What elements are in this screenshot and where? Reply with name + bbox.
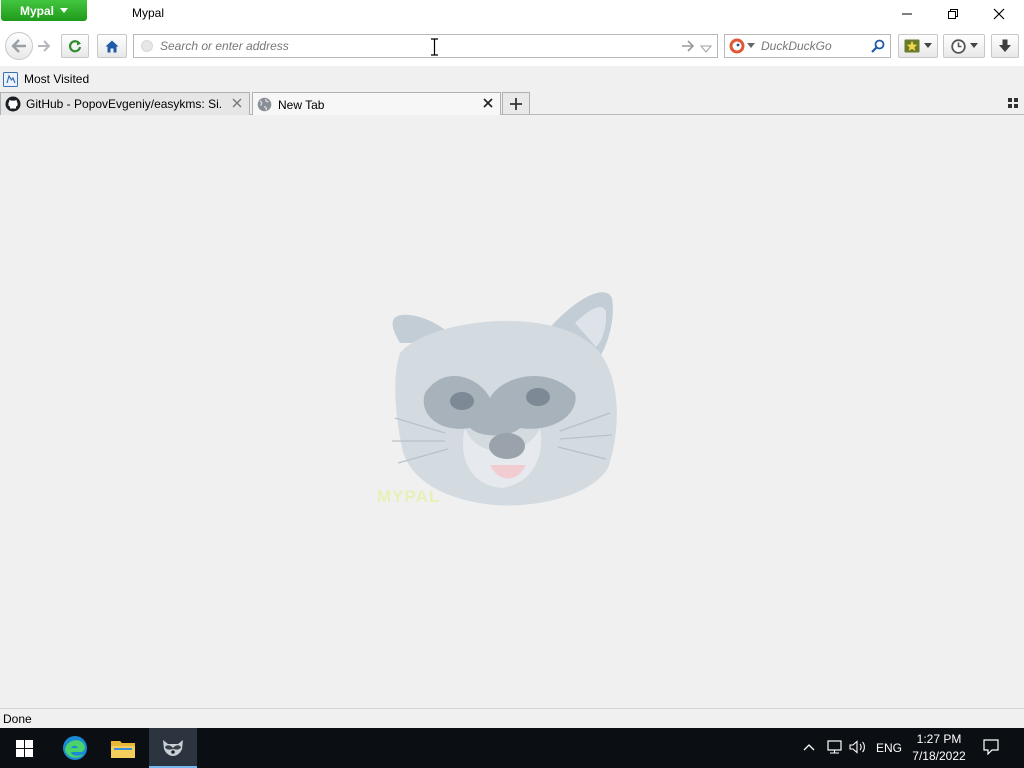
app-menu-button[interactable]: Mypal — [1, 0, 87, 21]
taskbar-edge[interactable] — [51, 728, 99, 768]
taskbar-file-explorer[interactable] — [99, 728, 147, 768]
windows-logo-icon — [15, 739, 33, 757]
url-input[interactable] — [160, 37, 660, 55]
tab-close-button[interactable] — [482, 97, 494, 109]
text-cursor-icon — [431, 38, 438, 56]
start-button[interactable] — [0, 728, 48, 768]
status-bar: Done — [0, 708, 1024, 728]
tab-title: New Tab — [278, 97, 325, 112]
restore-button[interactable] — [930, 0, 976, 28]
new-tab-button[interactable] — [502, 92, 530, 114]
chevron-down-icon — [924, 43, 932, 48]
bookmarks-menu-button[interactable] — [898, 34, 938, 58]
edge-icon — [63, 736, 87, 760]
volume-button[interactable] — [849, 740, 867, 756]
history-button[interactable] — [943, 34, 985, 58]
network-button[interactable] — [826, 740, 844, 756]
back-button[interactable] — [5, 32, 33, 60]
clock-time: 1:27 PM — [916, 732, 962, 746]
watermark-text: MYPAL — [377, 487, 441, 506]
close-icon — [483, 98, 493, 108]
tab-groups-button[interactable] — [1008, 97, 1020, 109]
window-title: Mypal — [132, 6, 165, 20]
go-arrow-icon — [682, 40, 695, 52]
minimize-button[interactable] — [884, 0, 930, 28]
tab-title: GitHub - PopovEvgeniy/easykms: Si... — [26, 97, 223, 111]
mypal-icon — [163, 740, 183, 756]
search-go-button[interactable] — [871, 39, 885, 53]
home-button[interactable] — [97, 34, 127, 58]
tab-github[interactable]: GitHub - PopovEvgeniy/easykms: Si... — [0, 92, 250, 115]
clock-icon — [950, 38, 966, 54]
close-icon — [993, 8, 1005, 20]
plus-icon — [510, 97, 522, 110]
chevron-down-icon — [60, 8, 68, 13]
clock-date: 7/18/2022 — [912, 749, 966, 763]
reload-button[interactable] — [61, 34, 89, 58]
search-icon — [871, 39, 885, 53]
restore-icon — [948, 9, 958, 19]
bookmark-label: Most Visited — [24, 72, 90, 86]
download-icon — [999, 39, 1011, 52]
url-history-dropdown[interactable] — [699, 42, 713, 53]
globe-icon — [257, 97, 272, 112]
speaker-icon — [849, 740, 865, 754]
go-button[interactable] — [681, 40, 695, 52]
action-center-button[interactable] — [983, 739, 999, 756]
search-bar[interactable] — [724, 34, 891, 58]
grid-icon — [1008, 98, 1018, 108]
bookmark-folder-icon — [3, 71, 18, 87]
downloads-button[interactable] — [991, 34, 1019, 58]
app-menu-label: Mypal — [19, 3, 54, 18]
notification-icon — [983, 739, 999, 756]
forward-button[interactable] — [34, 36, 54, 56]
minimize-icon — [902, 13, 912, 15]
github-icon — [5, 96, 21, 112]
bookmark-most-visited[interactable]: Most Visited — [3, 70, 89, 88]
taskbar-mypal[interactable] — [149, 728, 197, 768]
chevron-down-icon — [747, 43, 755, 48]
home-icon — [105, 40, 119, 52]
duckduckgo-icon — [729, 38, 745, 54]
close-window-button[interactable] — [976, 0, 1022, 28]
status-text: Done — [3, 712, 32, 726]
url-bar[interactable] — [133, 34, 718, 58]
file-explorer-icon — [111, 741, 135, 758]
dropdown-arrow-icon — [699, 45, 713, 53]
language-indicator[interactable]: ENG — [876, 741, 902, 755]
bookmark-star-icon — [904, 39, 920, 53]
raccoon-logo — [392, 292, 617, 506]
search-input[interactable] — [761, 38, 861, 54]
close-icon — [232, 98, 242, 108]
bookmarks-toolbar — [0, 66, 1024, 90]
show-hidden-icons-button[interactable] — [803, 740, 817, 754]
chevron-down-icon — [969, 43, 978, 48]
forward-arrow-icon — [38, 40, 51, 52]
tab-close-button[interactable] — [231, 97, 243, 109]
back-arrow-icon — [11, 39, 26, 53]
clock[interactable]: 1:27 PM 7/18/2022 — [906, 731, 972, 765]
chevron-up-icon — [803, 744, 815, 751]
reload-icon — [69, 40, 82, 53]
network-icon — [827, 740, 842, 754]
tab-new-tab[interactable]: New Tab — [252, 92, 501, 116]
search-engine-selector[interactable] — [729, 38, 755, 54]
site-identity-icon — [141, 40, 153, 52]
